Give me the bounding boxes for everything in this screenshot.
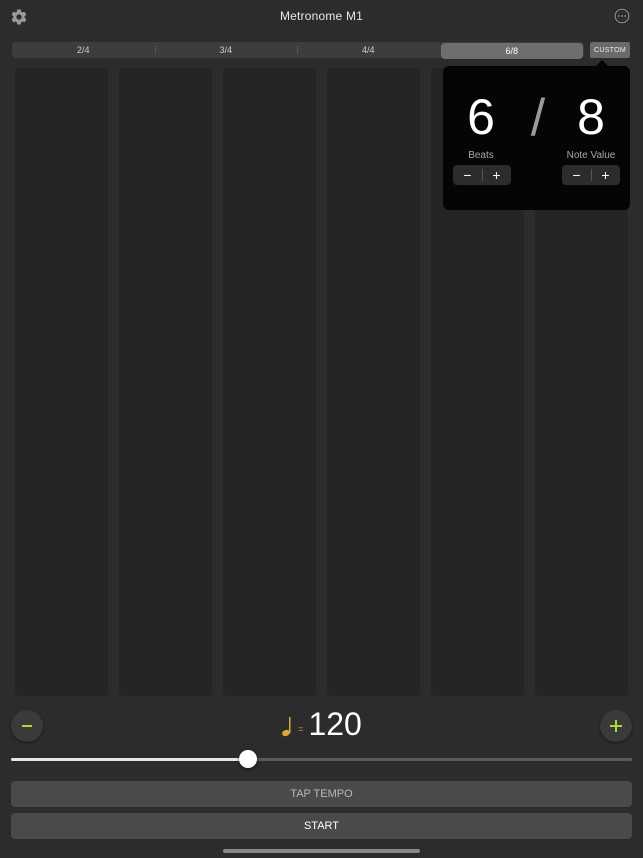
custom-time-signature-popover: 6 / 8 Beats Note Value − + − + <box>443 60 630 210</box>
bpm-value: 120 <box>308 706 362 742</box>
time-signature-segmented-control: 2/4 3/4 4/4 6/8 <box>12 42 584 59</box>
beats-value: 6 <box>467 89 495 145</box>
beat-column-2 <box>119 68 212 696</box>
beats-decrement-button[interactable]: − <box>453 165 482 185</box>
tempo-slider-fill <box>11 758 248 761</box>
beat-column-1 <box>15 68 108 696</box>
segment-4-4[interactable]: 4/4 <box>297 42 440 58</box>
segment-3-4[interactable]: 3/4 <box>154 42 298 58</box>
tempo-slider-thumb[interactable] <box>238 750 257 768</box>
beat-column-3 <box>223 68 316 696</box>
tap-tempo-button[interactable]: TAP TEMPO <box>11 781 632 807</box>
plus-icon <box>610 720 622 732</box>
beats-increment-button[interactable]: + <box>482 165 511 185</box>
note-value-increment-button[interactable]: + <box>591 165 620 185</box>
segment-2-4[interactable]: 2/4 <box>12 42 155 58</box>
signature-slash: / <box>530 89 546 147</box>
beat-column-4 <box>327 68 420 696</box>
ellipsis-circle-icon[interactable] <box>614 8 630 24</box>
beats-stepper: − + <box>453 165 511 185</box>
segment-6-8[interactable]: 6/8 <box>440 43 583 59</box>
popover-arrow <box>596 60 608 66</box>
tempo-increase-button[interactable] <box>600 710 632 742</box>
home-indicator <box>223 849 420 853</box>
start-button[interactable]: START <box>11 813 632 839</box>
note-value: 8 <box>577 89 605 145</box>
app-title: Metronome M1 <box>279 9 364 23</box>
note-value-label: Note Value <box>566 150 616 161</box>
quarter-note-icon <box>282 717 291 737</box>
note-value-decrement-button[interactable]: − <box>562 165 591 185</box>
custom-time-signature-button[interactable]: CUSTOM <box>590 42 630 58</box>
note-value-stepper: − + <box>562 165 620 185</box>
metronome-app: Metronome M1 2/4 3/4 4/4 6/8 CUSTOM 6 / … <box>0 0 643 858</box>
tempo-equals: = <box>298 724 304 734</box>
beats-label: Beats <box>468 150 494 161</box>
tempo-display: = 120 <box>0 706 643 743</box>
